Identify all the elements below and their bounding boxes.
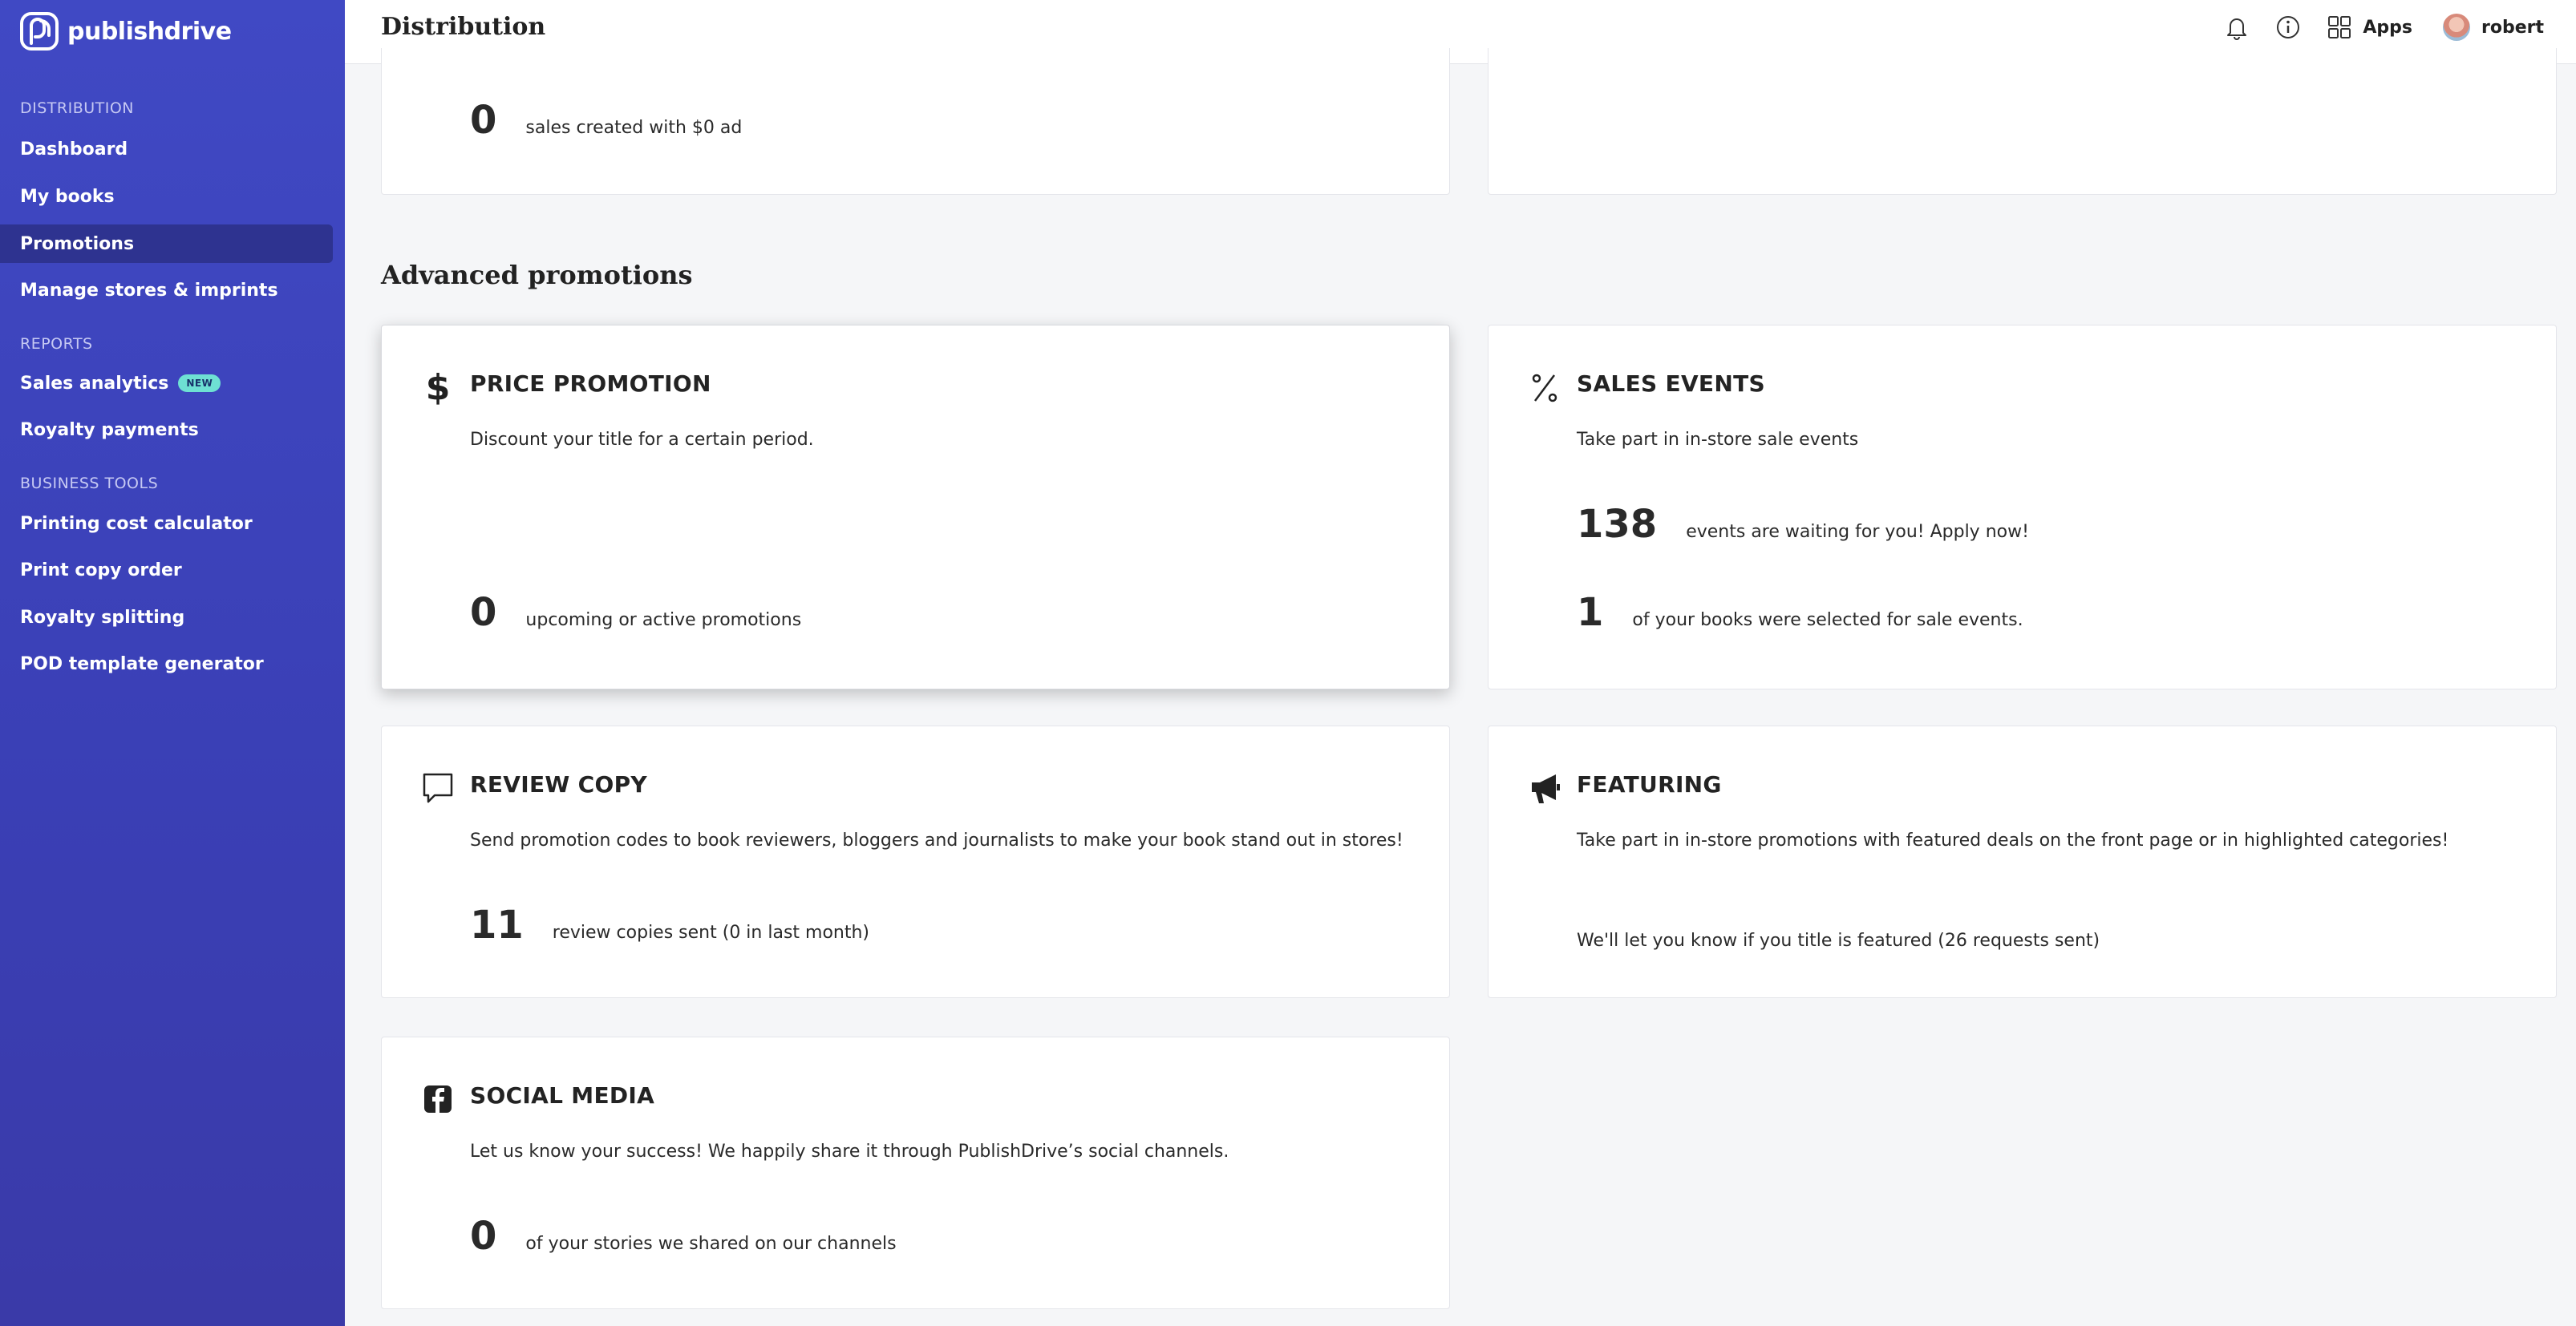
- review-copies-text: review copies sent (0 in last month): [552, 923, 870, 943]
- section-title-advanced-promotions: Advanced promotions: [381, 260, 693, 290]
- card-title: REVIEW COPY: [470, 771, 647, 798]
- events-waiting-count: 138: [1577, 502, 1658, 547]
- featuring-note: We'll let you know if you title is featu…: [1577, 931, 2100, 951]
- shared-stories-text: of your stories we shared on our channel…: [525, 1234, 897, 1254]
- user-menu[interactable]: robert: [2481, 18, 2544, 38]
- selected-books-count: 1: [1577, 590, 1604, 635]
- nav-section-distribution: DISTRIBUTION: [20, 99, 135, 117]
- sidebar-item-pod-template-generator[interactable]: POD template generator: [0, 645, 333, 683]
- card-description: Send promotion codes to book reviewers, …: [470, 831, 1403, 851]
- sidebar-item-printing-cost-calculator[interactable]: Printing cost calculator: [0, 504, 333, 543]
- percent-icon: [1532, 374, 1557, 402]
- ad-sales-count: 0: [470, 98, 497, 143]
- card-description: Take part in in-store promotions with fe…: [1577, 831, 2449, 851]
- publishdrive-logo-icon: [20, 12, 59, 51]
- card-title: PRICE PROMOTION: [470, 370, 711, 397]
- sidebar-item-dashboard[interactable]: Dashboard: [0, 130, 333, 168]
- ad-sales-card: 0 sales created with $0 ad: [381, 48, 1450, 195]
- social-media-card[interactable]: SOCIAL MEDIA Let us know your success! W…: [381, 1037, 1450, 1309]
- card-title: SALES EVENTS: [1577, 370, 1765, 397]
- sales-events-card[interactable]: SALES EVENTS Take part in in-store sale …: [1488, 325, 2557, 689]
- card-description: Take part in in-store sale events: [1577, 430, 1859, 450]
- review-copy-card[interactable]: REVIEW COPY Send promotion codes to book…: [381, 726, 1450, 998]
- page-title: Distribution: [381, 13, 546, 41]
- card-description: Discount your title for a certain period…: [470, 430, 814, 450]
- shared-stories-count: 0: [470, 1214, 497, 1259]
- ad-sales-text: sales created with $0 ad: [525, 118, 743, 138]
- bell-icon[interactable]: [2223, 14, 2250, 41]
- events-waiting-text: events are waiting for you! Apply now!: [1686, 522, 2029, 542]
- ad-sales-stat: 0 sales created with $0 ad: [470, 98, 742, 143]
- speech-bubble-icon: [423, 773, 453, 803]
- sidebar-item-manage-stores[interactable]: Manage stores & imprints: [0, 271, 333, 309]
- promotions-stat: 0 upcoming or active promotions: [470, 590, 801, 635]
- price-promotion-card[interactable]: $ PRICE PROMOTION Discount your title fo…: [381, 325, 1450, 689]
- sidebar-item-promotions[interactable]: Promotions: [0, 224, 333, 263]
- dollar-icon: $: [426, 367, 451, 406]
- review-copies-count: 11: [470, 903, 524, 948]
- promotions-text: upcoming or active promotions: [525, 610, 802, 630]
- sidebar-item-my-books[interactable]: My books: [0, 177, 333, 216]
- card-title: SOCIAL MEDIA: [470, 1082, 655, 1109]
- featuring-card[interactable]: FEATURING Take part in in-store promotio…: [1488, 726, 2557, 998]
- header-actions: Apps robert: [2199, 11, 2544, 43]
- brand-name: publishdrive: [67, 17, 232, 46]
- sidebar-item-print-copy-order[interactable]: Print copy order: [0, 551, 333, 589]
- nav-section-business-tools: BUSINESS TOOLS: [20, 475, 159, 492]
- apps-button[interactable]: Apps: [2363, 18, 2412, 38]
- events-waiting-stat[interactable]: 138 events are waiting for you! Apply no…: [1577, 502, 2029, 547]
- svg-text:$: $: [426, 367, 451, 406]
- sidebar-item-label: Sales analytics: [20, 373, 169, 394]
- apps-grid-icon[interactable]: [2326, 14, 2353, 41]
- sidebar: publishdrive DISTRIBUTION Dashboard My b…: [0, 0, 345, 1326]
- selected-books-stat: 1 of your books were selected for sale e…: [1577, 590, 2023, 635]
- sidebar-item-royalty-splitting[interactable]: Royalty splitting: [0, 598, 333, 637]
- card-title: FEATURING: [1577, 771, 1722, 798]
- sidebar-item-royalty-payments[interactable]: Royalty payments: [0, 410, 333, 449]
- selected-books-text: of your books were selected for sale eve…: [1632, 610, 2023, 630]
- facebook-icon: [424, 1085, 452, 1113]
- info-icon[interactable]: [2274, 14, 2302, 41]
- review-copies-stat: 11 review copies sent (0 in last month): [470, 903, 869, 948]
- new-badge: NEW: [178, 374, 221, 392]
- shared-stories-stat: 0 of your stories we shared on our chann…: [470, 1214, 897, 1259]
- megaphone-icon: [1532, 774, 1560, 803]
- avatar[interactable]: [2443, 14, 2470, 41]
- promotions-count: 0: [470, 590, 497, 635]
- brand[interactable]: publishdrive: [19, 11, 232, 51]
- card-description: Let us know your success! We happily sha…: [470, 1142, 1229, 1162]
- nav-section-reports: REPORTS: [20, 335, 93, 353]
- top-right-card: [1488, 48, 2557, 195]
- sidebar-item-sales-analytics[interactable]: Sales analytics NEW: [0, 364, 333, 402]
